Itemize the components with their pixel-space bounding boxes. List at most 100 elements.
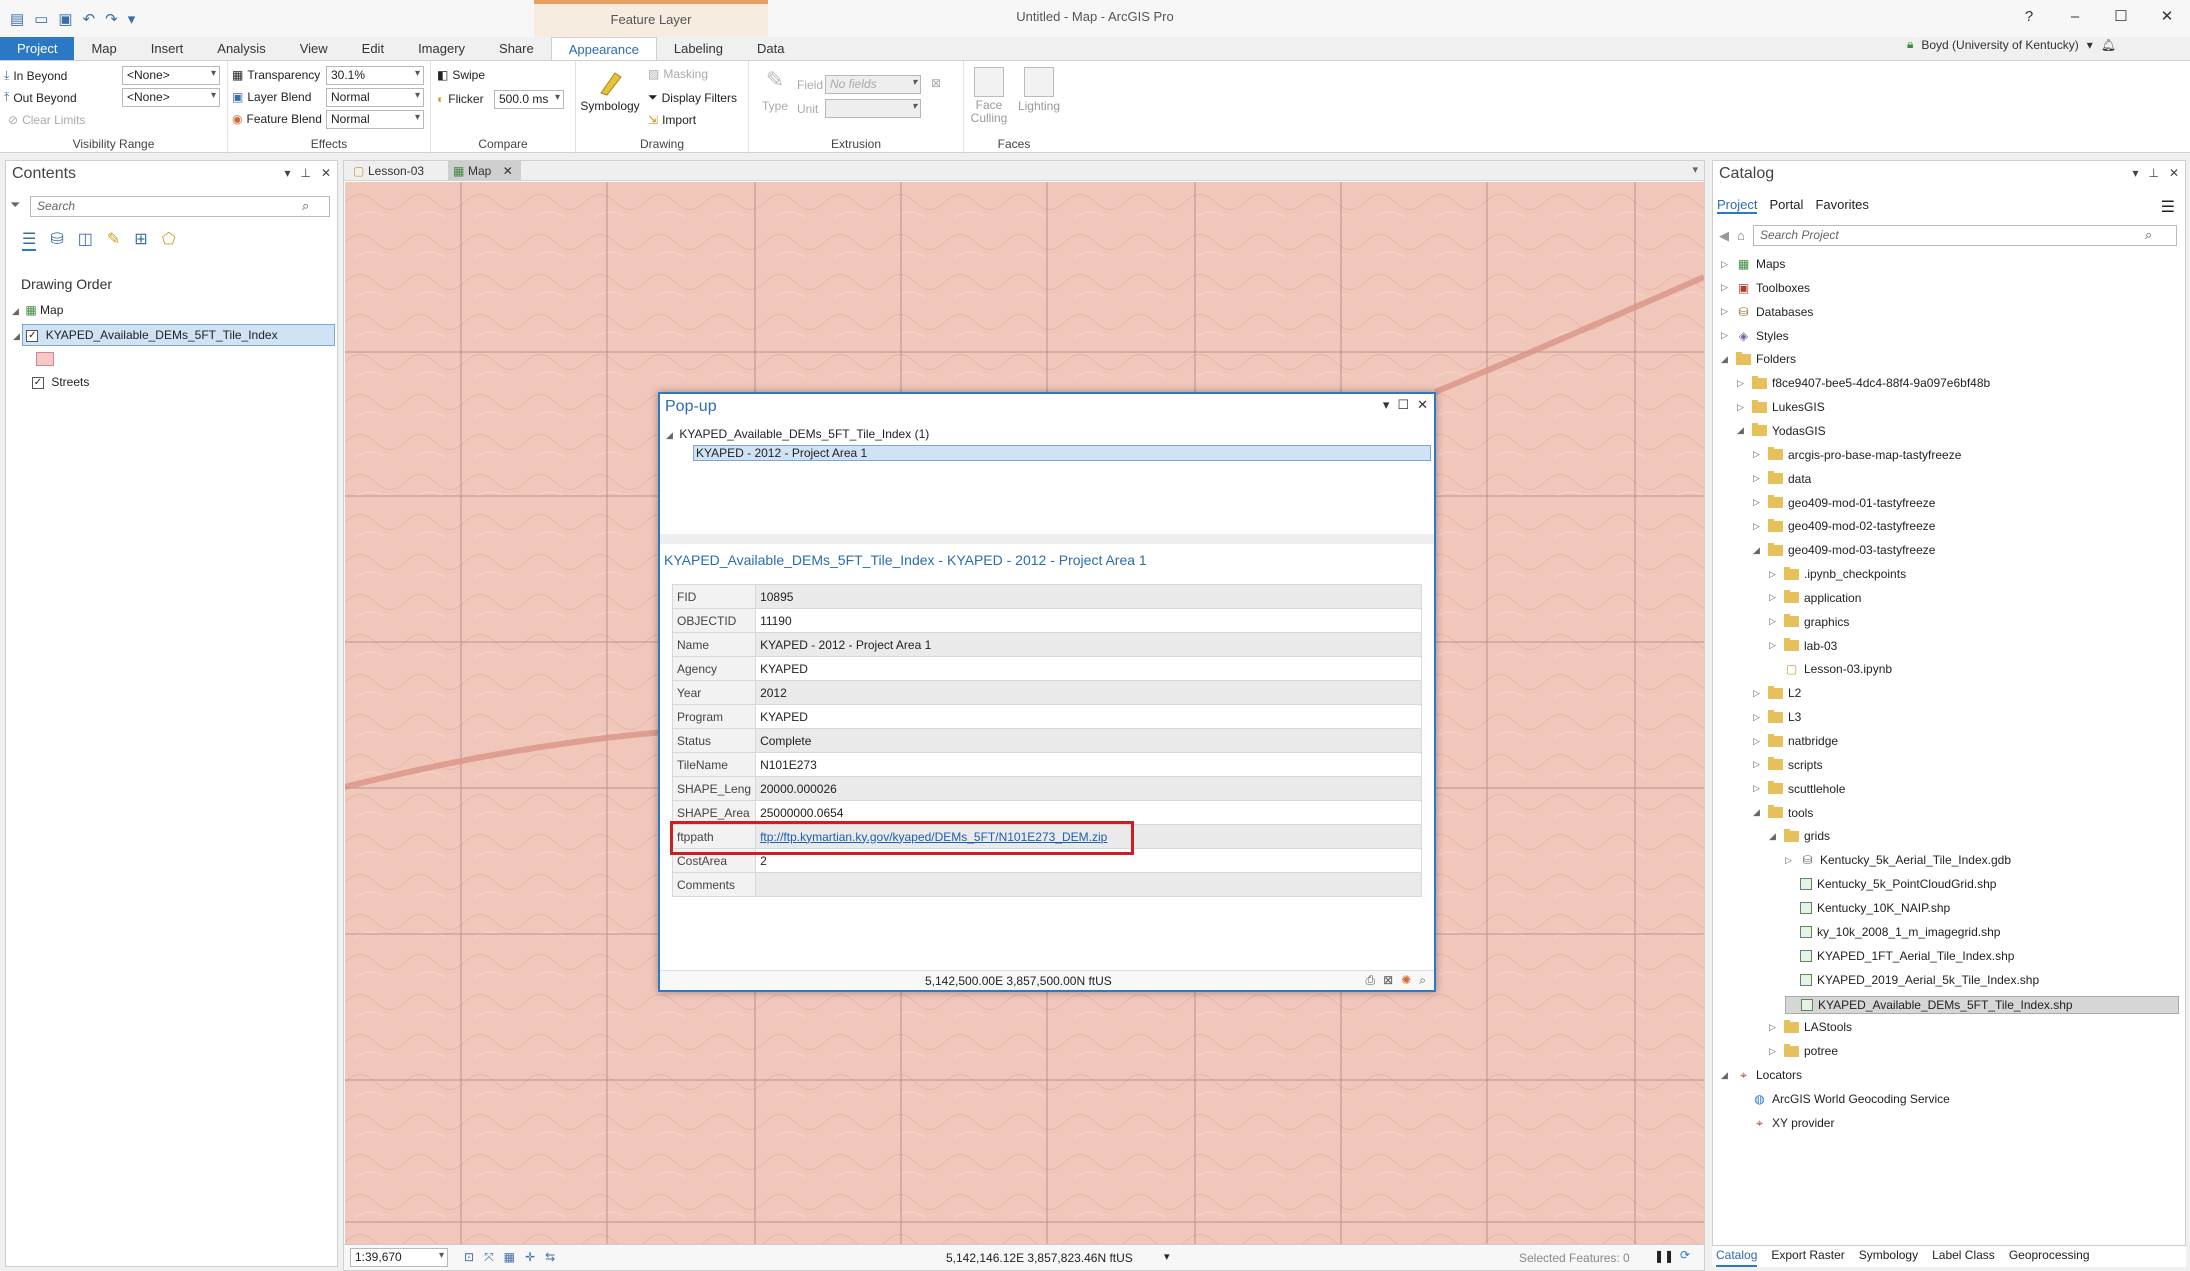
catalog-item[interactable]: ▷ ▦ Maps: [1721, 257, 1785, 271]
collapse-icon[interactable]: ◢: [1753, 807, 1763, 818]
catalog-item[interactable]: ◢ grids: [1769, 828, 1830, 843]
catalog-item[interactable]: Kentucky_10K_NAIP.shp: [1785, 901, 1950, 915]
catalog-item[interactable]: ▷ LAStools: [1769, 1019, 1852, 1034]
popup-maximize-icon[interactable]: ☐: [1397, 397, 1409, 413]
catalog-item[interactable]: ▷ scripts: [1753, 757, 1823, 772]
expand-icon[interactable]: ▷: [1769, 1022, 1779, 1033]
expand-icon[interactable]: ▷: [1753, 449, 1763, 460]
zoom-to-icon[interactable]: ⌕: [1419, 973, 1426, 988]
catalog-tab-favorites[interactable]: Favorites: [1815, 197, 1868, 214]
collapse-icon[interactable]: ◢: [666, 430, 676, 441]
expand-icon[interactable]: ▷: [1721, 330, 1731, 341]
save-icon[interactable]: ▣: [58, 10, 72, 28]
scale-dropdown[interactable]: 1:39,670: [350, 1248, 448, 1267]
catalog-item[interactable]: ▷ geo409-mod-01-tastyfreeze: [1753, 495, 1935, 510]
catalog-item[interactable]: ▷ L3: [1753, 709, 1801, 724]
popup-splitter[interactable]: [660, 534, 1434, 544]
pane-menu-icon[interactable]: ▾: [2132, 166, 2138, 180]
pin-icon[interactable]: ⊥: [2148, 166, 2158, 180]
snapping-icon[interactable]: ✛: [525, 1250, 535, 1265]
map-node[interactable]: ◢ ▦ Map: [12, 303, 63, 317]
display-filters-button[interactable]: ⏷ Display Filters: [648, 90, 737, 105]
collapse-icon[interactable]: ◢: [1721, 354, 1731, 365]
pane-menu-icon[interactable]: ▾: [284, 166, 290, 180]
catalog-item[interactable]: Kentucky_5k_PointCloudGrid.shp: [1785, 877, 1996, 891]
expand-icon[interactable]: ▷: [1753, 497, 1763, 508]
extrusion-type-button[interactable]: ✎ Type: [757, 67, 793, 113]
close-tab-icon[interactable]: ✕: [503, 164, 513, 178]
out-beyond-dropdown[interactable]: <None>: [122, 88, 220, 107]
collapse-icon[interactable]: ◢: [1737, 425, 1747, 436]
streets-visibility-checkbox[interactable]: ✓: [32, 376, 44, 389]
unit-dropdown[interactable]: [825, 99, 921, 118]
list-by-editing-icon[interactable]: ✎: [107, 229, 120, 251]
grid-icon[interactable]: ▦: [504, 1250, 515, 1265]
undo-icon[interactable]: ↶: [83, 10, 96, 28]
popup-close-icon[interactable]: ✕: [1417, 397, 1428, 413]
masking-button[interactable]: ▨ Masking: [648, 67, 708, 81]
catalog-item[interactable]: ▷ scuttlehole: [1753, 781, 1845, 796]
expression-icon[interactable]: ⊠: [931, 76, 941, 90]
expand-icon[interactable]: ▷: [1753, 783, 1763, 794]
expand-icon[interactable]: ▷: [1753, 736, 1763, 747]
popup-menu-icon[interactable]: ▾: [1383, 397, 1390, 413]
symbology-button[interactable]: Symbology: [580, 67, 640, 113]
catalog-item[interactable]: ▷ graphics: [1769, 614, 1849, 629]
in-beyond-dropdown[interactable]: <None>: [122, 66, 220, 85]
collapse-icon[interactable]: ◢: [1753, 545, 1763, 556]
streets-node[interactable]: ✓ Streets: [32, 375, 89, 389]
catalog-item[interactable]: ▷ ◈ Styles: [1721, 329, 1789, 343]
list-by-labeling-icon[interactable]: ⬠: [162, 229, 176, 251]
export-icon[interactable]: ⊠: [1383, 973, 1393, 988]
catalog-item[interactable]: ◢ Folders: [1721, 351, 1796, 366]
expand-icon[interactable]: ▷: [1753, 521, 1763, 532]
bottom-tab-geoprocessing[interactable]: Geoprocessing: [2009, 1248, 2090, 1267]
import-button[interactable]: ⇲ Import: [648, 113, 696, 127]
list-by-selection-icon[interactable]: ◫: [78, 229, 93, 251]
tab-analysis[interactable]: Analysis: [200, 37, 282, 61]
catalog-item[interactable]: ▷ ⛁ Databases: [1721, 305, 1813, 319]
catalog-item[interactable]: ◢ tools: [1753, 805, 1813, 820]
coords-dropdown-icon[interactable]: ▾: [1164, 1250, 1170, 1263]
pin-icon[interactable]: ⊥: [300, 166, 310, 180]
search-icon[interactable]: ⌕: [302, 198, 309, 214]
fixed-zoom-icon[interactable]: ⊡: [464, 1250, 474, 1265]
catalog-item[interactable]: KYAPED_2019_Aerial_5k_Tile_Index.shp: [1785, 973, 2039, 987]
bottom-tab-export-raster[interactable]: Export Raster: [1771, 1248, 1844, 1267]
pause-icon[interactable]: ❚❚: [1654, 1249, 1674, 1263]
bottom-tab-catalog[interactable]: Catalog: [1716, 1248, 1758, 1267]
expand-icon[interactable]: ▷: [1785, 855, 1795, 866]
filter-icon[interactable]: ⏷: [10, 197, 20, 213]
collapse-icon[interactable]: ◢: [1769, 831, 1779, 842]
search-icon[interactable]: ⌕: [2145, 227, 2152, 243]
field-dropdown[interactable]: No fields: [825, 75, 921, 94]
catalog-item[interactable]: ▷ arcgis-pro-base-map-tastyfreeze: [1753, 447, 1961, 462]
help-button[interactable]: ?: [2006, 0, 2052, 34]
layer-visibility-checkbox[interactable]: ✓: [26, 329, 39, 342]
popup-tree-feature[interactable]: KYAPED - 2012 - Project Area 1: [693, 445, 1431, 461]
print-icon[interactable]: ⎙: [1366, 973, 1376, 988]
catalog-item[interactable]: ▷ ⛁ Kentucky_5k_Aerial_Tile_Index.gdb: [1785, 853, 2011, 867]
expand-icon[interactable]: ▷: [1769, 569, 1779, 580]
expand-icon[interactable]: ▷: [1737, 378, 1747, 389]
list-by-drawing-order-icon[interactable]: ☰: [22, 229, 37, 251]
bell-icon[interactable]: 🔔︎: [2101, 38, 2116, 52]
expand-icon[interactable]: ▷: [1753, 688, 1763, 699]
expand-icon[interactable]: ▷: [1721, 259, 1731, 270]
expand-icon[interactable]: ▷: [1753, 759, 1763, 770]
catalog-search-input[interactable]: Search Project: [1753, 225, 2177, 246]
catalog-item[interactable]: ▷ f8ce9407-bee5-4dc4-88f4-9a097e6bf48b: [1737, 375, 1990, 390]
flicker-input[interactable]: 500.0 ms: [494, 90, 564, 109]
open-icon[interactable]: ▭: [34, 10, 48, 28]
expand-icon[interactable]: ▷: [1769, 592, 1779, 603]
tab-view[interactable]: View: [283, 37, 345, 61]
face-culling-button[interactable]: Face Culling: [964, 67, 1014, 125]
catalog-item[interactable]: ▷ LukesGIS: [1737, 399, 1825, 414]
catalog-item[interactable]: ◢ geo409-mod-03-tastyfreeze: [1753, 542, 1935, 557]
close-icon[interactable]: ✕: [321, 166, 331, 180]
expand-icon[interactable]: ▷: [1721, 282, 1731, 293]
expand-icon[interactable]: ▷: [1753, 712, 1763, 723]
feature-blend-dropdown[interactable]: Normal: [326, 110, 424, 129]
popup-tree-layer[interactable]: ◢ KYAPED_Available_DEMs_5FT_Tile_Index (…: [666, 427, 929, 441]
expand-icon[interactable]: ▷: [1737, 402, 1747, 413]
